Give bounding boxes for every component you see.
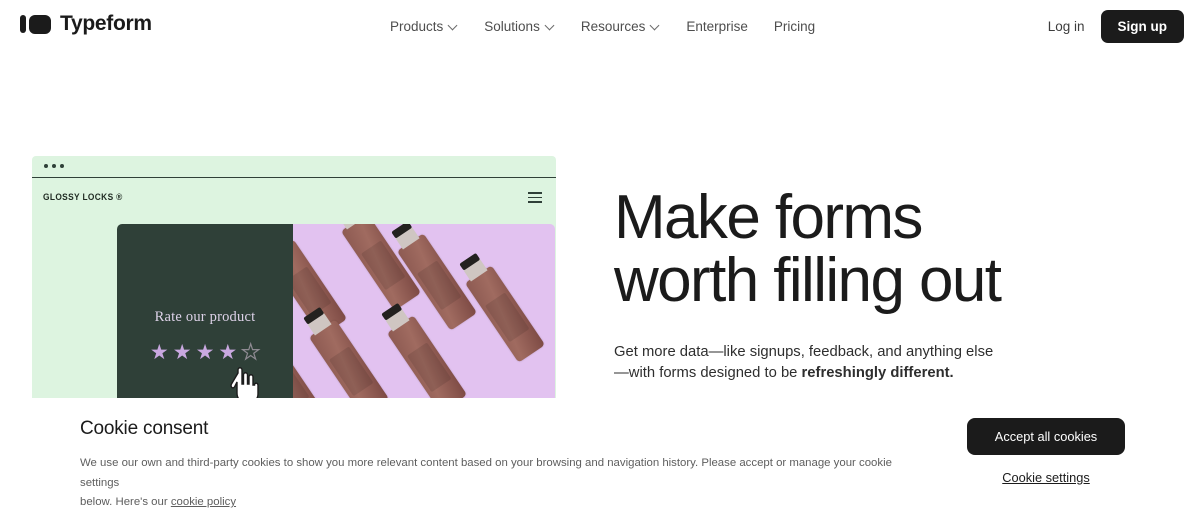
cookie-consent-body: We use our own and third-party cookies t… [80,454,920,512]
site-header: Typeform Products Solutions Resources En… [0,0,1200,53]
rate-product-title: Rate our product [154,309,256,325]
star-icon[interactable]: ★ [150,342,169,363]
hero-subtitle-bold: refreshingly different. [801,365,954,382]
brand-name: Typeform [60,12,152,35]
chevron-down-icon [546,22,555,31]
mockup-titlebar [32,156,556,178]
nav-item-enterprise[interactable]: Enterprise [686,19,748,34]
cookie-consent-banner: Cookie consent We use our own and third-… [0,398,1200,512]
brand-logo[interactable]: Typeform [20,12,152,36]
hamburger-menu-icon[interactable] [528,192,542,206]
nav-item-products[interactable]: Products [390,19,458,34]
nav-label: Products [390,19,444,34]
page-root: Typeform Products Solutions Resources En… [0,0,1200,512]
mockup-rating-panel: Rate our product ★ ★ ★ ★ ★ [117,224,293,406]
accept-all-cookies-button[interactable]: Accept all cookies [967,418,1125,455]
star-icon[interactable]: ★ [196,342,215,363]
star-icon[interactable]: ★ [241,341,261,363]
cookie-banner-text: Cookie consent We use our own and third-… [80,418,920,512]
window-dots-icon [44,164,64,168]
cookie-body-line2-prefix: below. Here's our [80,496,171,509]
login-link[interactable]: Log in [1048,19,1085,34]
nav-item-solutions[interactable]: Solutions [484,19,555,34]
cookie-banner-actions: Accept all cookies Cookie settings [966,418,1126,487]
cookie-settings-link[interactable]: Cookie settings [1002,470,1090,485]
main-nav: Products Solutions Resources Enterprise … [390,0,815,53]
cookie-body-line1: We use our own and third-party cookies t… [80,457,892,489]
cookie-policy-link[interactable]: cookie policy [171,496,236,508]
nav-label: Resources [580,19,646,34]
mockup-brand-label: GLOSSY LOCKS ® [43,192,123,203]
hero-subtitle: Get more data—like signups, feedback, an… [614,342,1174,384]
hero-section: Make forms worth filling out Get more da… [614,186,1174,384]
star-icon[interactable]: ★ [218,342,237,363]
chevron-down-icon [449,22,458,31]
nav-item-pricing[interactable]: Pricing [774,19,815,34]
header-actions: Log in Sign up [1048,10,1184,43]
mockup-panels: Rate our product ★ ★ ★ ★ ★ [117,224,555,406]
nav-item-resources[interactable]: Resources [581,19,661,34]
chevron-down-icon [651,22,660,31]
star-rating[interactable]: ★ ★ ★ ★ ★ [150,341,261,363]
product-mockup-card: GLOSSY LOCKS ® Rate our product ★ ★ ★ ★ … [32,156,556,406]
star-icon[interactable]: ★ [173,342,192,363]
nav-label: Solutions [484,19,540,34]
hero-title: Make forms worth filling out [614,183,1002,316]
mockup-brand-row: GLOSSY LOCKS ® [32,178,556,220]
signup-button[interactable]: Sign up [1100,10,1184,43]
typeform-logo-icon [20,14,51,34]
mockup-product-image [293,224,555,406]
cookie-consent-title: Cookie consent [80,418,209,439]
